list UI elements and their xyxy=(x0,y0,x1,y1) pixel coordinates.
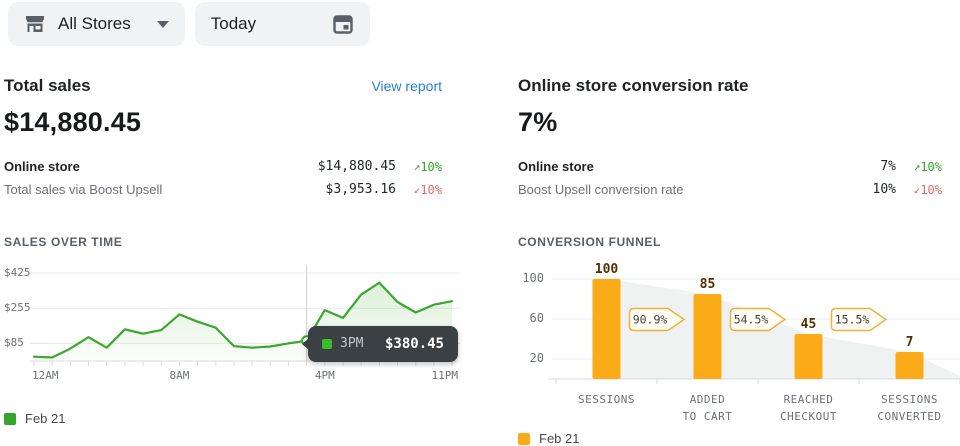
delta-up-badge: ↗10% xyxy=(896,160,942,174)
metric-value: $3,953.16 xyxy=(326,182,396,197)
y-axis-label: 60 xyxy=(518,311,544,325)
bar-value-label: 7 xyxy=(890,335,930,350)
calendar-icon xyxy=(332,13,354,35)
arrow-down-icon: ↙ xyxy=(914,183,921,196)
metric-value: 10% xyxy=(873,182,896,197)
metric-label: Online store xyxy=(4,159,318,174)
delta-value: 10% xyxy=(420,183,442,197)
bar-value-label: 85 xyxy=(688,277,728,292)
metric-label: Total sales via Boost Upsell xyxy=(4,182,326,197)
delta-down-badge: ↙10% xyxy=(896,183,942,197)
funnel-chart: 100 60 20 100 85 45 7 90.9% 54.5% 15.5% SESSIONSAD… xyxy=(518,257,960,429)
delta-down-badge: ↙10% xyxy=(396,183,442,197)
metric-row-online-store: Online store 7% ↗10% xyxy=(518,155,942,178)
panel-title: Online store conversion rate xyxy=(518,76,749,96)
bar-value-label: 100 xyxy=(587,262,627,277)
legend-label: Feb 21 xyxy=(539,431,579,446)
funnel-category-label: SESSIONS xyxy=(552,391,662,408)
conversion-funnel-title: CONVERSION FUNNEL xyxy=(518,235,960,249)
chart-tooltip: 3PM $380.45 xyxy=(308,326,458,362)
delta-value: 10% xyxy=(920,183,942,197)
y-axis-label: $85 xyxy=(4,336,24,349)
store-selector-button[interactable]: All Stores xyxy=(8,2,185,46)
conversion-rate-badge: 90.9% xyxy=(628,307,686,332)
arrow-up-icon: ↗ xyxy=(914,160,921,173)
store-icon xyxy=(24,13,46,35)
metric-row-online-store: Online store $14,880.45 ↗10% xyxy=(4,155,442,178)
arrow-up-icon: ↗ xyxy=(414,160,421,173)
conversion-rate-badge: 54.5% xyxy=(729,307,787,332)
x-axis-label: 11PM xyxy=(416,369,458,382)
funnel-legend: Feb 21 xyxy=(518,431,960,446)
metric-rows: Online store 7% ↗10% Boost Upsell conver… xyxy=(518,155,960,201)
delta-value: 10% xyxy=(420,160,442,174)
total-sales-header: Total sales View report xyxy=(4,76,460,98)
sales-legend: Feb 21 xyxy=(4,411,460,426)
conversion-rate-value: 7% xyxy=(518,107,960,138)
metric-row-boost-upsell: Boost Upsell conversion rate 10% ↙10% xyxy=(518,178,942,201)
x-axis-label: 8AM xyxy=(157,369,201,382)
funnel-category-label: ADDEDTO CART xyxy=(653,391,763,425)
y-axis-label: 100 xyxy=(518,271,544,285)
bar-value-label: 45 xyxy=(789,317,829,332)
store-selector-label: All Stores xyxy=(58,14,131,34)
metric-label: Online store xyxy=(518,159,880,174)
view-report-link[interactable]: View report xyxy=(371,78,442,94)
legend-swatch-orange xyxy=(518,433,530,445)
legend-label: Feb 21 xyxy=(25,411,65,426)
metric-row-boost-upsell: Total sales via Boost Upsell $3,953.16 ↙… xyxy=(4,178,442,201)
tooltip-value: $380.45 xyxy=(385,336,444,352)
y-axis-label: $255 xyxy=(4,301,31,314)
sales-over-time-title: SALES OVER TIME xyxy=(4,235,460,249)
panel-title: Total sales xyxy=(4,76,91,96)
arrow-down-icon: ↙ xyxy=(414,183,421,196)
date-selector-label: Today xyxy=(211,14,256,34)
chevron-down-icon xyxy=(157,21,169,28)
conversion-rate-badge: 15.5% xyxy=(830,307,888,332)
metric-rows: Online store $14,880.45 ↗10% Total sales… xyxy=(4,155,460,201)
series-swatch xyxy=(322,339,332,349)
conversion-rate-panel: Online store conversion rate 7% Online s… xyxy=(518,76,960,446)
svg-text:15.5%: 15.5% xyxy=(835,313,870,327)
metric-value: $14,880.45 xyxy=(318,159,396,174)
legend-swatch-green xyxy=(4,413,16,425)
total-sales-panel: Total sales View report $14,880.45 Onlin… xyxy=(4,76,460,446)
date-selector-button[interactable]: Today xyxy=(195,2,370,46)
svg-text:90.9%: 90.9% xyxy=(633,313,668,327)
metric-value: 7% xyxy=(880,159,896,174)
delta-up-badge: ↗10% xyxy=(396,160,442,174)
y-axis-label: $425 xyxy=(4,266,31,279)
svg-text:54.5%: 54.5% xyxy=(734,313,769,327)
funnel-category-label: SESSIONSCONVERTED xyxy=(855,391,960,425)
tooltip-time: 3PM xyxy=(340,336,363,351)
y-axis-label: 20 xyxy=(518,351,544,365)
sales-line-chart: 3PM $380.45 $85 $255 $425 12AM 8AM 4PM 11PM xyxy=(4,261,460,397)
conversion-header: Online store conversion rate xyxy=(518,76,960,98)
topbar: All Stores Today xyxy=(0,0,960,46)
metric-label: Boost Upsell conversion rate xyxy=(518,182,873,197)
delta-value: 10% xyxy=(920,160,942,174)
dashboard-main: Total sales View report $14,880.45 Onlin… xyxy=(0,76,960,446)
funnel-category-label: REACHEDCHECKOUT xyxy=(754,391,864,425)
x-axis-label: 12AM xyxy=(32,369,76,382)
total-sales-value: $14,880.45 xyxy=(4,107,460,138)
x-axis-label: 4PM xyxy=(303,369,347,382)
